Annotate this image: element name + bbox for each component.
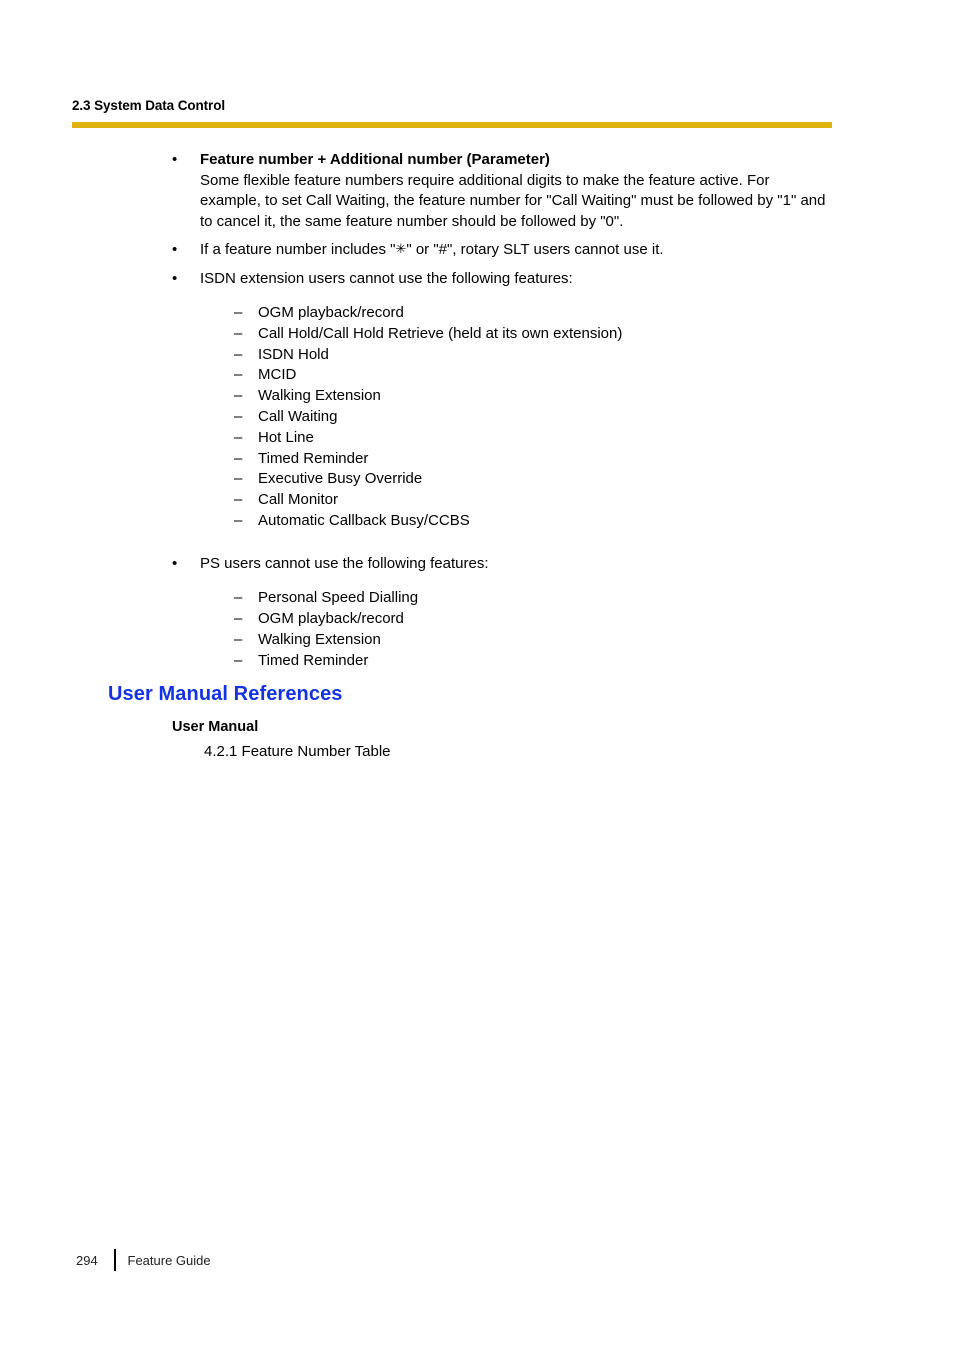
list-item-label: Call Waiting (258, 407, 338, 425)
dash-marker: – (234, 304, 243, 321)
footer-page-number: 294 (76, 1252, 98, 1268)
dash-marker: – (234, 324, 243, 342)
header-rule (72, 122, 832, 128)
list-item: – Executive Busy Override (0, 469, 954, 490)
text-before-asterisk: If a feature number includes " (200, 241, 396, 258)
bullet-paragraph: If a feature number includes "✳" or "#",… (200, 240, 832, 261)
list-item: – Automatic Callback Busy/CCBS (0, 511, 954, 532)
bullet-paragraph: ISDN extension users cannot use the foll… (200, 269, 573, 287)
list-item-label: Automatic Callback Busy/CCBS (258, 511, 470, 529)
dash-marker: – (234, 470, 243, 488)
reference-entry: 4.2.1 Feature Number Table (204, 743, 391, 760)
bullet-marker: • (172, 151, 178, 168)
bullet-marker: • (172, 241, 178, 258)
bullet-paragraph: Some flexible feature numbers require ad… (200, 171, 826, 230)
list-item-label: OGM playback/record (258, 304, 404, 321)
list-item: – Hot Line (0, 428, 954, 449)
list-item-label: Walking Extension (258, 630, 381, 648)
list-item-label: OGM playback/record (258, 610, 404, 628)
list-item: – Personal Speed Dialling (0, 588, 954, 609)
footer-guide-title: Feature Guide (127, 1252, 211, 1268)
list-item-label: Call Monitor (258, 491, 339, 509)
list-item: – OGM playback/record (0, 609, 954, 630)
list-item: – MCID (0, 365, 954, 386)
dash-marker: – (234, 651, 243, 669)
bullet-item-isdn-extension: • ISDN extension users cannot use the fo… (0, 269, 954, 290)
dash-marker: – (234, 366, 243, 384)
list-item-label: Executive Busy Override (258, 470, 423, 488)
list-item: – ISDN Hold (0, 345, 954, 366)
list-item: – Walking Extension (0, 386, 954, 407)
bullet-heading: Feature number + Additional number (Para… (200, 151, 550, 168)
bullet-item-ps-users: • PS users cannot use the following feat… (0, 554, 954, 575)
dash-marker: – (234, 511, 243, 529)
footer-divider (114, 1249, 116, 1271)
page-footer: 294 Feature Guide (76, 1249, 211, 1271)
page-content: • Feature number + Additional number (Pa… (0, 150, 954, 671)
bullet-marker: • (172, 554, 178, 572)
dash-marker: – (234, 630, 243, 648)
list-item-label: Call Hold/Call Hold Retrieve (held at it… (258, 324, 623, 342)
asterisk-symbol-icon: ✳ (395, 242, 407, 257)
sub-heading-user-manual: User Manual (172, 719, 259, 735)
bullet-item-rotary-slt: • If a feature number includes "✳" or "#… (0, 240, 954, 261)
list-item-label: Timed Reminder (258, 449, 369, 467)
list-item-label: Timed Reminder (258, 651, 369, 669)
list-item-label: Personal Speed Dialling (258, 589, 419, 607)
bullet-paragraph: PS users cannot use the following featur… (200, 554, 489, 572)
running-header-title: 2.3 System Data Control (72, 98, 225, 113)
dash-marker: – (234, 491, 243, 509)
dash-marker: – (234, 449, 243, 467)
bullet-marker: • (172, 269, 178, 287)
list-item: – Call Hold/Call Hold Retrieve (held at … (0, 324, 954, 345)
ps-feature-list: – Personal Speed Dialling – OGM playback… (0, 588, 954, 671)
list-item: – OGM playback/record (0, 303, 954, 324)
list-item-label: Hot Line (258, 428, 314, 446)
list-item: – Timed Reminder (0, 449, 954, 470)
list-item: – Call Monitor (0, 490, 954, 511)
list-item-label: ISDN Hold (258, 345, 329, 363)
section-heading-user-manual-references: User Manual References (108, 683, 343, 705)
dash-marker: – (234, 610, 243, 628)
dash-marker: – (234, 407, 243, 425)
isdn-feature-list: – OGM playback/record – Call Hold/Call H… (0, 303, 954, 532)
dash-marker: – (234, 387, 243, 405)
list-item: – Walking Extension (0, 630, 954, 651)
text-after-asterisk: " or "#", rotary SLT users cannot use it… (406, 241, 664, 258)
list-item-label: Walking Extension (258, 387, 381, 405)
list-item-label: MCID (258, 366, 297, 384)
dash-marker: – (234, 428, 243, 446)
dash-marker: – (234, 345, 243, 363)
dash-marker: – (234, 589, 243, 607)
list-item: – Timed Reminder (0, 651, 954, 672)
bullet-item-feature-number: • Feature number + Additional number (Pa… (0, 150, 954, 232)
document-page: 2.3 System Data Control • Feature number… (0, 0, 954, 1351)
list-item: – Call Waiting (0, 407, 954, 428)
